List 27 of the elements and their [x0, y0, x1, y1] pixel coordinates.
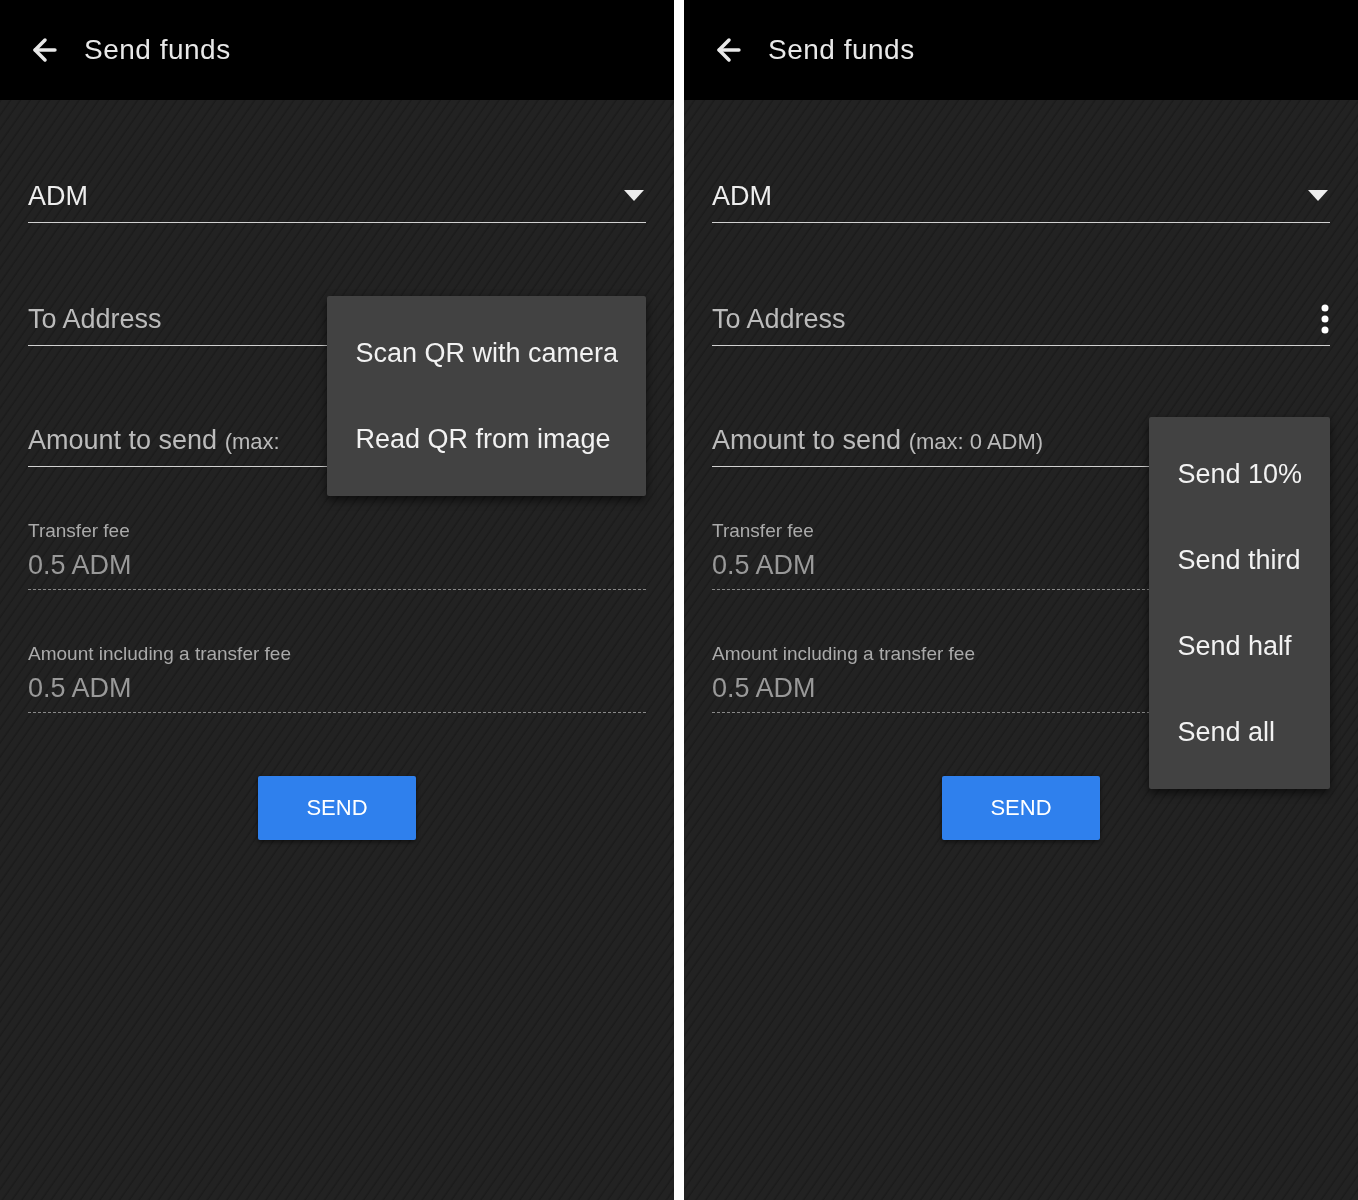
- total-label: Amount including a transfer fee: [712, 643, 975, 665]
- menu-item[interactable]: Send third: [1149, 517, 1330, 603]
- menu-item[interactable]: Send 10%: [1149, 431, 1330, 517]
- currency-select[interactable]: ADM: [28, 170, 646, 223]
- more-icon[interactable]: [1320, 304, 1330, 334]
- currency-select[interactable]: ADM: [712, 170, 1330, 223]
- fee-label: Transfer fee: [712, 520, 814, 542]
- menu-item[interactable]: Send half: [1149, 603, 1330, 689]
- total-label: Amount including a transfer fee: [28, 643, 291, 665]
- address-label: To Address: [28, 303, 162, 335]
- total-value: 0.5 ADM: [712, 673, 816, 704]
- amount-label: Amount to send (max:: [28, 424, 280, 456]
- dropdown-icon: [1308, 190, 1328, 202]
- fee-value: 0.5 ADM: [28, 550, 132, 581]
- fee-label: Transfer fee: [28, 520, 130, 542]
- send-button[interactable]: SEND: [258, 776, 416, 840]
- menu-item[interactable]: Read QR from image: [327, 396, 646, 482]
- dropdown-icon: [624, 190, 644, 202]
- menu-item[interactable]: Send all: [1149, 689, 1330, 775]
- address-label: To Address: [712, 303, 846, 335]
- screen-title: Send funds: [84, 34, 231, 66]
- send-button[interactable]: SEND: [942, 776, 1100, 840]
- fee-value: 0.5 ADM: [712, 550, 816, 581]
- total-value: 0.5 ADM: [28, 673, 132, 704]
- menu-item[interactable]: Scan QR with camera: [327, 310, 646, 396]
- screen-title: Send funds: [768, 34, 915, 66]
- amount-label: Amount to send (max: 0 ADM): [712, 424, 1044, 456]
